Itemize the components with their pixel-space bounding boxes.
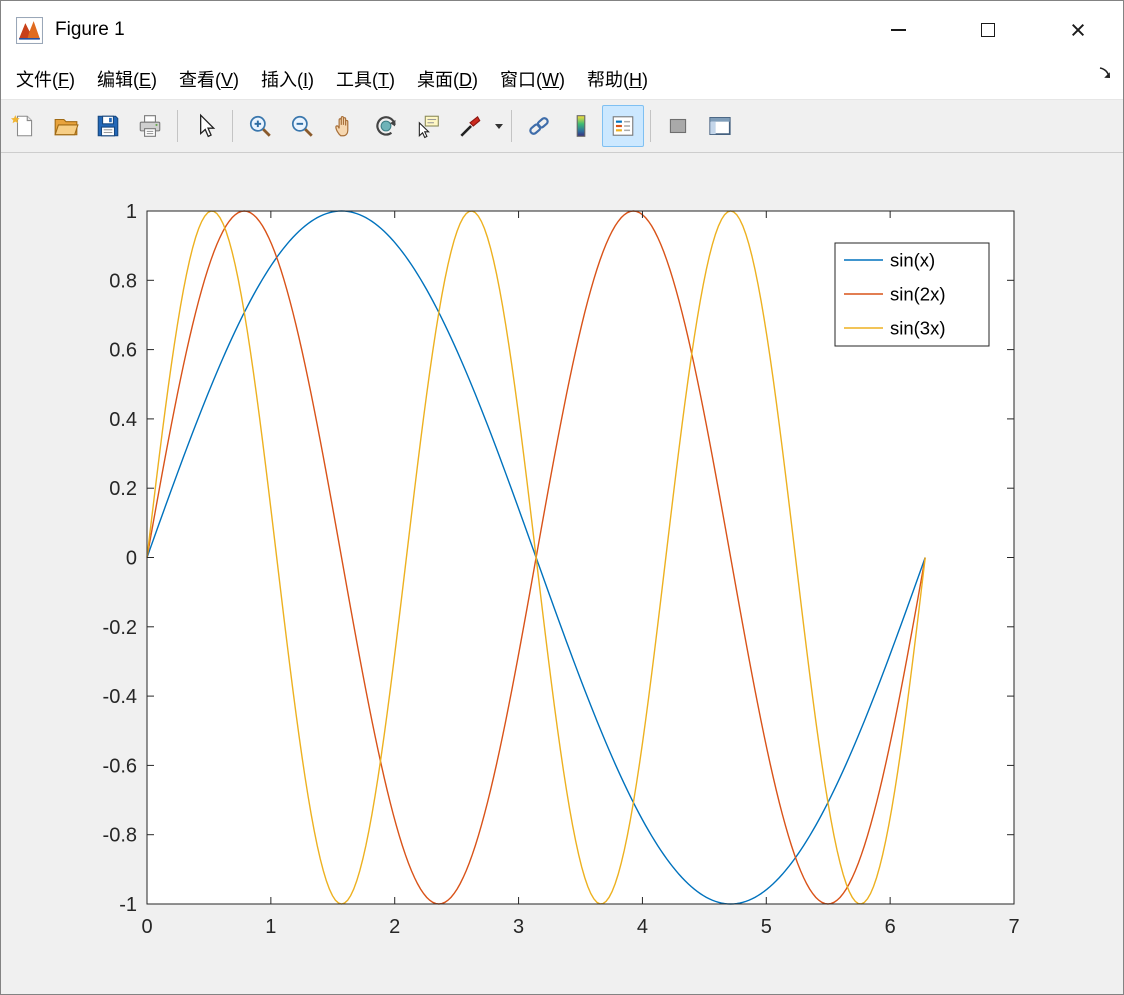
menu-view[interactable]: 查看(V)	[168, 59, 250, 99]
y-tick-label: 0.8	[109, 270, 137, 292]
link-plot-button[interactable]	[518, 105, 560, 147]
close-button[interactable]: ×	[1033, 1, 1123, 59]
x-tick-label: 1	[265, 916, 276, 938]
colorbar-icon	[576, 115, 586, 137]
x-tick-label: 6	[885, 916, 896, 938]
save-floppy-icon	[97, 115, 119, 137]
menu-window[interactable]: 窗口(W)	[489, 59, 576, 99]
save-figure-button[interactable]	[87, 105, 129, 147]
y-tick-label: 1	[126, 201, 137, 223]
minimize-icon	[890, 29, 906, 31]
x-tick-label: 0	[141, 916, 152, 938]
legend-entry-label: sin(3x)	[890, 318, 946, 339]
x-tick-label: 4	[637, 916, 648, 938]
zoom-in-button[interactable]	[239, 105, 281, 147]
figure-window: Figure 1 × 文件(F) 编辑(E) 查看(V) 插入(I) 工具(T)…	[0, 0, 1124, 995]
maximize-icon	[981, 23, 995, 37]
menu-edit[interactable]: 编辑(E)	[86, 59, 168, 99]
menu-tools[interactable]: 工具(T)	[325, 59, 406, 99]
x-tick-label: 3	[513, 916, 524, 938]
toolbar-separator	[177, 110, 178, 142]
printer-icon	[139, 115, 161, 137]
zoom-out-icon	[291, 115, 313, 137]
new-document-icon	[11, 115, 33, 137]
x-tick-label: 7	[1008, 916, 1019, 938]
toolbar-separator	[650, 110, 651, 142]
brush-dropdown-button[interactable]	[491, 105, 505, 147]
titlebar: Figure 1 ×	[1, 1, 1123, 59]
pan-hand-icon	[335, 115, 349, 137]
open-folder-icon	[54, 118, 79, 136]
y-tick-label: 0.2	[109, 478, 137, 500]
maximize-button[interactable]	[943, 1, 1033, 59]
zoom-in-icon	[249, 115, 271, 137]
close-icon: ×	[1070, 14, 1086, 45]
y-tick-label: -0.2	[103, 617, 137, 639]
menu-help[interactable]: 帮助(H)	[576, 59, 659, 99]
open-file-button[interactable]	[45, 105, 87, 147]
hide-plot-tools-button[interactable]	[657, 105, 699, 147]
y-tick-label: -0.4	[103, 686, 137, 708]
window-controls: ×	[853, 1, 1123, 59]
minimize-button[interactable]	[853, 1, 943, 59]
x-tick-label: 5	[761, 916, 772, 938]
insert-colorbar-button[interactable]	[560, 105, 602, 147]
matlab-app-icon	[16, 16, 43, 44]
figure-toolbar	[1, 99, 1123, 153]
link-chain-icon	[529, 117, 549, 135]
hide-plot-tools-icon	[669, 118, 687, 134]
show-plot-tools-button[interactable]	[699, 105, 741, 147]
figure-area: 0 1 2 3 4 5 6 7 -1 -0.8 -0.6 -0.4 -0.2 0 0.2 0.4 0.6 0.8 1…	[1, 153, 1123, 994]
cursor-arrow-icon	[200, 113, 216, 138]
figure-canvas[interactable]: 0 1 2 3 4 5 6 7 -1 -0.8 -0.6 -0.4 -0.2 0 0.2 0.4 0.6 0.8 1…	[1, 153, 1123, 994]
window-title: Figure 1	[55, 19, 125, 40]
legend-icon	[612, 116, 634, 136]
data-cursor-icon	[418, 115, 439, 139]
brush-data-button[interactable]	[449, 105, 491, 147]
print-figure-button[interactable]	[129, 105, 171, 147]
brush-icon	[460, 115, 481, 137]
toolbar-separator	[511, 110, 512, 142]
menu-insert[interactable]: 插入(I)	[250, 59, 325, 99]
pointer-button[interactable]	[184, 105, 226, 147]
dock-figure-icon[interactable]	[1097, 65, 1113, 81]
pan-button[interactable]	[323, 105, 365, 147]
legend-entry-label: sin(2x)	[890, 284, 946, 305]
y-tick-label: 0.4	[109, 409, 137, 431]
new-figure-button[interactable]	[3, 105, 45, 147]
show-plot-tools-icon	[709, 117, 731, 135]
data-cursor-button[interactable]	[407, 105, 449, 147]
rotate-3d-icon	[376, 116, 396, 136]
y-tick-label: -0.6	[103, 755, 137, 777]
y-tick-label: 0	[126, 548, 137, 570]
menu-desktop[interactable]: 桌面(D)	[406, 59, 489, 99]
insert-legend-button[interactable]	[602, 105, 644, 147]
y-tick-label: -1	[119, 894, 137, 916]
rotate-3d-button[interactable]	[365, 105, 407, 147]
x-tick-label: 2	[389, 916, 400, 938]
toolbar-separator	[232, 110, 233, 142]
zoom-out-button[interactable]	[281, 105, 323, 147]
menubar: 文件(F) 编辑(E) 查看(V) 插入(I) 工具(T) 桌面(D) 窗口(W…	[1, 59, 1123, 99]
menu-file[interactable]: 文件(F)	[5, 59, 86, 99]
chevron-down-icon	[495, 123, 503, 129]
y-tick-label: 0.6	[109, 340, 137, 362]
legend-entry-label: sin(x)	[890, 250, 935, 271]
y-tick-label: -0.8	[103, 825, 137, 847]
